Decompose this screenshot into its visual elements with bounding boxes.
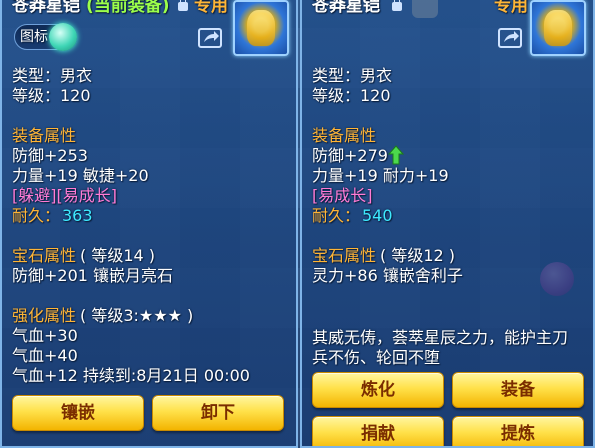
special-traits: [易成长] (312, 186, 373, 205)
defense-stat: 防御+253 (12, 146, 88, 165)
gem-attr-header: 宝石属性 (12, 246, 77, 265)
equipped-item-panel: 苍莽星铠 (当前装备) 专用 图标 类型：男衣 等级：120 装备属性 防御+2… (0, 0, 298, 448)
item-name: 苍莽星铠 (12, 0, 80, 16)
armor-avatar-icon[interactable] (233, 0, 289, 56)
gem-level: ( 等级14 ) (80, 246, 156, 265)
inlay-button[interactable]: 镶嵌 (12, 395, 144, 431)
durability-label: 耐久： (12, 206, 61, 225)
extract-button[interactable]: 提炼 (452, 416, 584, 446)
donate-button[interactable]: 捐献 (312, 416, 444, 446)
toggle-knob (49, 23, 77, 51)
exclusive-tag: 专用 (494, 0, 528, 16)
gem-level: ( 等级12 ) (380, 246, 456, 265)
enhance-line: 气血+40 (12, 346, 78, 365)
durability-value: 540 (362, 206, 393, 225)
gem-stat: 灵力+86 镶嵌舍利子 (312, 266, 463, 285)
compare-item-panel: 苍莽星铠 专用 类型：男衣 等级：120 装备属性 防御+279 力量+19 耐… (300, 0, 595, 448)
item-level: 等级：120 (312, 86, 391, 105)
refine-button[interactable]: 炼化 (312, 372, 444, 408)
item-type: 类型：男衣 (312, 66, 393, 85)
up-arrow-icon (388, 145, 404, 165)
equip-attr-header: 装备属性 (312, 126, 377, 145)
enhance-level: ( 等级3:★★★ ) (80, 306, 194, 325)
lock-icon (392, 0, 402, 11)
durability-label: 耐久： (312, 206, 361, 225)
exclusive-tag: 专用 (194, 0, 228, 16)
item-name: 苍莽星铠 (312, 0, 380, 16)
share-icon[interactable] (498, 28, 522, 48)
gem-stat: 防御+201 镶嵌月亮石 (12, 266, 174, 285)
enhance-attr-header: 强化属性 (12, 306, 77, 325)
power-endurance-stat: 力量+19 耐力+19 (312, 166, 449, 185)
share-icon[interactable] (198, 28, 222, 48)
special-traits: [躲避][易成长] (12, 186, 117, 205)
icon-toggle-label: 图标 (20, 29, 48, 45)
gem-attr-header: 宝石属性 (312, 246, 377, 265)
durability-value: 363 (62, 206, 93, 225)
power-agility-stat: 力量+19 敏捷+20 (12, 166, 149, 185)
enhance-line: 气血+30 (12, 326, 78, 345)
item-level: 等级：120 (12, 86, 91, 105)
current-equipped-label: (当前装备) (86, 0, 170, 16)
item-type: 类型：男衣 (12, 66, 93, 85)
equip-attr-header: 装备属性 (12, 126, 77, 145)
icon-toggle[interactable]: 图标 (14, 23, 77, 51)
defense-stat: 防御+279 (312, 146, 388, 165)
enhance-line: 气血+12 持续到:8月21日 00:00 (12, 366, 250, 385)
item-description-line: 兵不伤、轮回不堕 (312, 348, 441, 367)
unequip-button[interactable]: 卸下 (152, 395, 284, 431)
armor-avatar-icon[interactable] (530, 0, 586, 56)
equip-button[interactable]: 装备 (452, 372, 584, 408)
item-description-line: 其威无俦，荟萃星辰之力，能护主刀 (312, 328, 569, 347)
lock-icon (178, 0, 188, 11)
